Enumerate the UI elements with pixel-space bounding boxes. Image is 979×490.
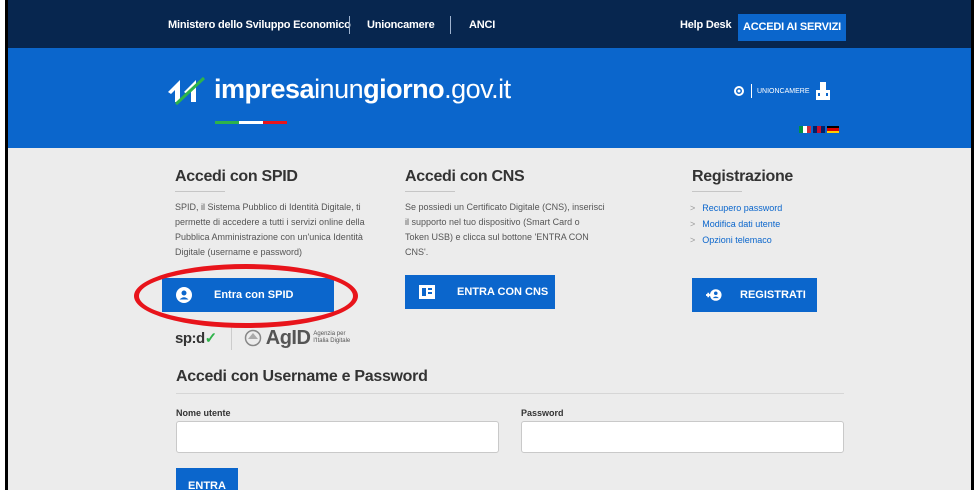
- link-unioncamere[interactable]: Unioncamere: [367, 19, 435, 31]
- spid-logo: sp:d✓: [175, 330, 217, 347]
- username-label: Nome utente: [176, 408, 231, 418]
- registrati-label: REGISTRATI: [740, 289, 806, 301]
- cns-description: Se possiedi un Certificato Digitale (CNS…: [405, 202, 605, 257]
- site-logo-text[interactable]: impresainungiorno.gov.it: [214, 74, 511, 105]
- title-underline: [692, 191, 742, 192]
- link-anci[interactable]: ANCI: [469, 19, 495, 31]
- unioncamere-logo[interactable]: UNIONCAMERE: [732, 79, 831, 103]
- smart-card-icon: [419, 284, 435, 300]
- title-underline: [405, 191, 455, 192]
- add-user-icon: [706, 287, 722, 303]
- language-flags: [799, 126, 839, 133]
- spid-description: SPID, il Sistema Pubblico di Identità Di…: [175, 202, 365, 257]
- unioncamere-label: UNIONCAMERE: [757, 87, 810, 95]
- link-recupero-password[interactable]: > Recupero password: [690, 200, 782, 216]
- agid-logo: AgID Agenzia per l'Italia Digitale: [230, 326, 350, 350]
- gear-icon: [734, 86, 744, 96]
- user-circle-icon: [176, 287, 192, 303]
- logo-tricolor-underline: [215, 111, 287, 124]
- top-navbar: Ministero dello Sviluppo Economico Union…: [8, 0, 971, 48]
- entra-con-cns-label: ENTRA CON CNS: [457, 286, 549, 298]
- registrati-button[interactable]: REGISTRATI: [692, 278, 817, 312]
- entra-con-spid-label: Entra con SPID: [214, 289, 294, 301]
- german-flag-icon[interactable]: [827, 126, 839, 133]
- building-icon: [815, 82, 830, 100]
- english-flag-icon[interactable]: [813, 126, 825, 133]
- link-help-desk[interactable]: Help Desk: [680, 19, 732, 31]
- registrazione-links: > Recupero password > Modifica dati utente…: [690, 200, 782, 248]
- entra-login-button[interactable]: ENTRA: [176, 468, 238, 490]
- site-header: impresainungiorno.gov.it UNIONCAMERE: [8, 48, 971, 148]
- entra-con-spid-button[interactable]: Entra con SPID: [162, 278, 334, 312]
- login-divider: [176, 393, 844, 394]
- entra-con-cns-button[interactable]: ENTRA CON CNS: [405, 275, 555, 309]
- cns-section-title: Accedi con CNS: [405, 168, 525, 185]
- topbar-divider: [450, 16, 451, 34]
- spid-section-title: Accedi con SPID: [175, 168, 298, 185]
- spid-agid-logos: sp:d✓ AgID Agenzia per l'Italia Digitale: [175, 326, 350, 350]
- title-underline: [175, 191, 225, 192]
- agid-emblem-icon: [244, 329, 261, 347]
- topbar-divider: [349, 16, 350, 34]
- link-modifica-dati-utente[interactable]: > Modifica dati utente: [690, 216, 782, 232]
- password-input[interactable]: [521, 421, 844, 453]
- impresa-logo-icon[interactable]: [166, 76, 206, 106]
- login-section-title: Accedi con Username e Password: [176, 368, 428, 385]
- password-label: Password: [521, 408, 564, 418]
- link-ministero[interactable]: Ministero dello Sviluppo Economico: [168, 19, 351, 31]
- registrazione-section-title: Registrazione: [692, 168, 794, 185]
- italian-flag-icon[interactable]: [799, 126, 811, 133]
- link-opzioni-telemaco[interactable]: > Opzioni telemaco: [690, 232, 782, 248]
- browser-frame: Ministero dello Sviluppo Economico Union…: [5, 0, 974, 490]
- accedi-ai-servizi-button[interactable]: ACCEDI AI SERVIZI: [738, 14, 846, 41]
- username-input[interactable]: [176, 421, 499, 453]
